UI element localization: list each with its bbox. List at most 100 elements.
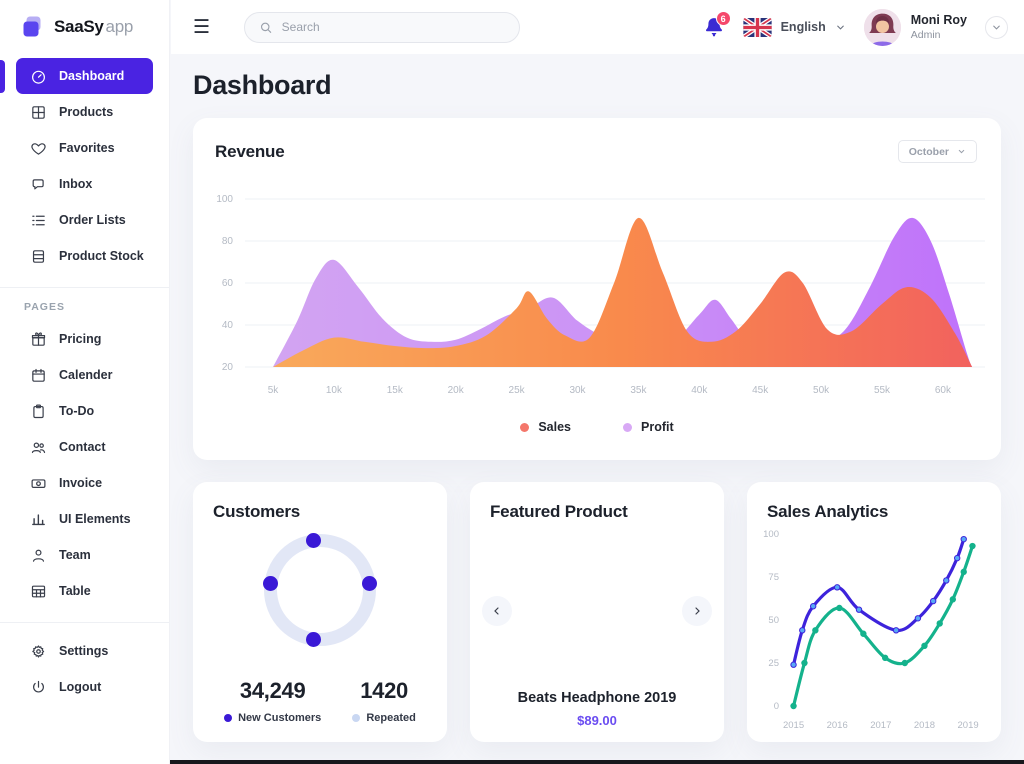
power-icon: [30, 679, 47, 696]
sidebar-item-pricing[interactable]: Pricing: [16, 321, 153, 357]
svg-text:55k: 55k: [874, 385, 891, 396]
revenue-title: Revenue: [215, 142, 284, 162]
list-icon: [30, 212, 47, 229]
brand-logo[interactable]: SaaSyapp: [0, 0, 169, 54]
sidebar-item-calender[interactable]: Calender: [16, 357, 153, 393]
revenue-area-chart: 100806040205k10k15k20k25k30k35k40k45k50k…: [199, 190, 993, 405]
chevron-down-icon: [957, 147, 966, 156]
sidebar-item-product-stock[interactable]: Product Stock: [16, 238, 153, 274]
donut-marker: [263, 576, 278, 591]
sidebar-item-logout[interactable]: Logout: [16, 669, 153, 705]
stat-label: Repeated: [366, 712, 416, 724]
sidebar-item-label: UI Elements: [59, 512, 131, 526]
period-label: October: [909, 146, 949, 158]
language-selector[interactable]: English: [743, 18, 846, 37]
sidebar-item-dashboard[interactable]: Dashboard: [16, 58, 153, 94]
chevron-right-icon: [691, 605, 703, 617]
svg-text:25k: 25k: [509, 385, 526, 396]
search-bar[interactable]: [244, 12, 520, 43]
language-label: English: [781, 20, 826, 34]
svg-text:20k: 20k: [448, 385, 465, 396]
gift-icon: [30, 331, 47, 348]
featured-title: Featured Product: [490, 502, 628, 522]
svg-text:80: 80: [222, 236, 234, 247]
sidebar-item-label: Logout: [59, 680, 101, 694]
sidebar-item-inbox[interactable]: Inbox: [16, 166, 153, 202]
svg-text:75: 75: [768, 572, 779, 583]
sidebar-item-label: Order Lists: [59, 213, 126, 227]
sidebar-item-ui-elements[interactable]: UI Elements: [16, 501, 153, 537]
svg-text:15k: 15k: [387, 385, 404, 396]
sidebar-item-products[interactable]: Products: [16, 94, 153, 130]
svg-text:60: 60: [222, 278, 234, 289]
sidebar-item-label: Product Stock: [59, 249, 144, 263]
clipboard-icon: [30, 403, 47, 420]
stat-value: 34,249: [224, 678, 321, 704]
sidebar-item-favorites[interactable]: Favorites: [16, 130, 153, 166]
revenue-legend: Sales Profit: [193, 420, 1001, 434]
sidebar-item-label: Pricing: [59, 332, 101, 346]
sidebar-item-label: Favorites: [59, 141, 115, 155]
menu-toggle-icon[interactable]: ☰: [193, 18, 210, 37]
svg-text:50: 50: [768, 615, 779, 626]
svg-text:40k: 40k: [691, 385, 708, 396]
customers-stats: 34,249 New Customers 1420 Repeated: [193, 678, 447, 724]
users-icon: [30, 439, 47, 456]
sidebar-item-label: Inbox: [59, 177, 92, 191]
notifications-button[interactable]: 6: [703, 16, 725, 38]
svg-text:0: 0: [774, 701, 779, 712]
svg-text:50k: 50k: [813, 385, 830, 396]
svg-text:20: 20: [222, 362, 234, 373]
sidebar-item-team[interactable]: Team: [16, 537, 153, 573]
svg-text:25: 25: [768, 658, 779, 669]
svg-text:100: 100: [216, 194, 233, 205]
user-menu[interactable]: Moni Roy Admin: [864, 9, 967, 46]
customers-donut-chart: [264, 534, 376, 646]
uk-flag-icon: [743, 18, 772, 37]
sidebar-item-invoice[interactable]: Invoice: [16, 465, 153, 501]
topbar-right-cluster: 6 English: [703, 9, 1024, 46]
chart-icon: [30, 511, 47, 528]
sidebar-item-label: Settings: [59, 644, 108, 658]
sidebar-footer-divider: [0, 622, 169, 633]
previous-product-button[interactable]: [482, 596, 512, 626]
page-title: Dashboard: [193, 70, 331, 101]
user-name: Moni Roy: [911, 13, 967, 27]
sidebar-pages-menu: Pricing CalenderTo-Do Contact Invoice UI Ele…: [0, 321, 169, 609]
stat-label: New Customers: [238, 712, 321, 724]
sidebar-item-order-lists[interactable]: Order Lists: [16, 202, 153, 238]
sidebar-item-contact[interactable]: Contact: [16, 429, 153, 465]
svg-text:2016: 2016: [827, 720, 848, 731]
svg-text:2018: 2018: [914, 720, 935, 731]
stat-new-customers: 34,249 New Customers: [224, 678, 321, 724]
sidebar-item-label: Products: [59, 105, 113, 119]
heart-icon: [30, 140, 47, 157]
user-dropdown-button[interactable]: [985, 16, 1008, 39]
sidebar-item-label: Contact: [59, 440, 106, 454]
legend-label: Profit: [641, 420, 674, 434]
stat-repeated: 1420 Repeated: [352, 678, 416, 724]
topbar: ☰ 6 E: [171, 0, 1024, 54]
svg-text:5k: 5k: [268, 385, 280, 396]
grid-icon: [30, 104, 47, 121]
chevron-down-icon: [991, 22, 1002, 33]
legend-dot: [520, 423, 529, 432]
donut-marker: [306, 533, 321, 548]
next-product-button[interactable]: [682, 596, 712, 626]
calendar-icon: [30, 367, 47, 384]
legend-item-sales: Sales: [520, 420, 571, 434]
search-input[interactable]: [282, 20, 505, 34]
sidebar-item-table[interactable]: Table: [16, 573, 153, 609]
user-icon: [30, 547, 47, 564]
chevron-down-icon: [835, 22, 846, 33]
brand-name: SaaSyapp: [54, 17, 133, 37]
sidebar-item-label: Invoice: [59, 476, 102, 490]
sidebar-item-label: Dashboard: [59, 69, 124, 83]
sidebar-item-settings[interactable]: Settings: [16, 633, 153, 669]
sidebar-footer-menu: Settings Logout: [0, 633, 169, 705]
sidebar-item-to-do[interactable]: To-Do: [16, 393, 153, 429]
period-dropdown[interactable]: October: [898, 140, 977, 163]
product-price: $89.00: [470, 713, 724, 728]
analytics-title: Sales Analytics: [767, 502, 888, 522]
product-name: Beats Headphone 2019: [470, 690, 724, 706]
